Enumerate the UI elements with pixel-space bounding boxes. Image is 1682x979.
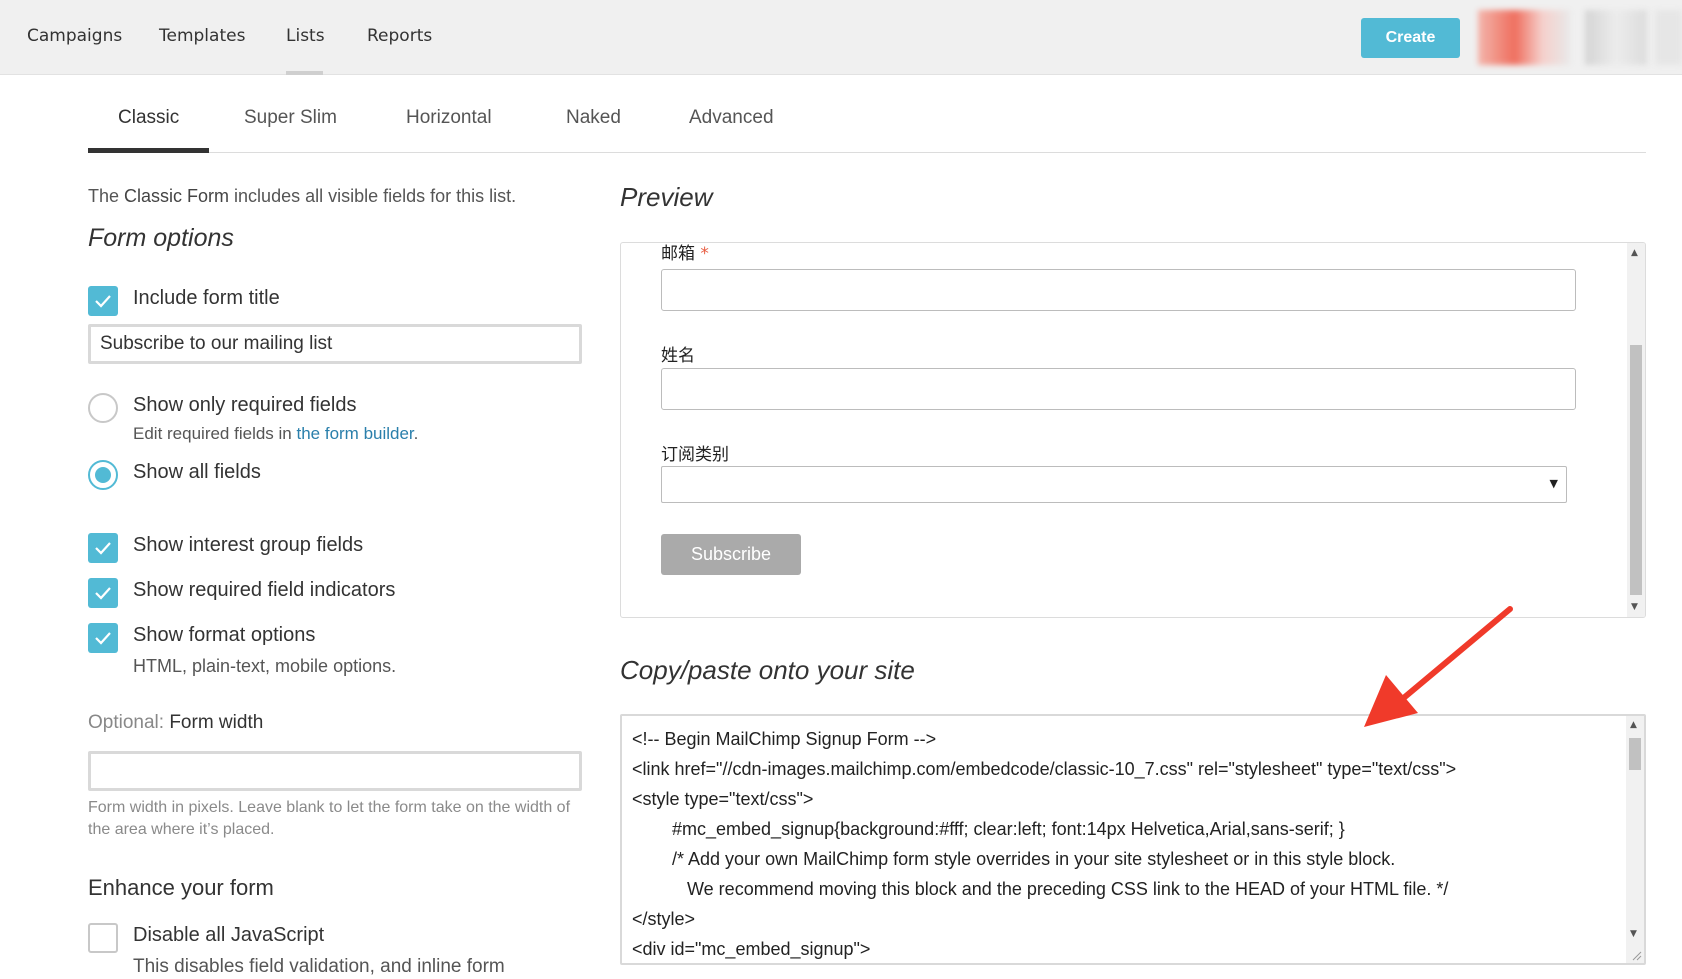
- show-required-only-label: Show only required fields: [133, 394, 357, 416]
- check-icon: [95, 295, 111, 308]
- code-line: #mc_embed_signup{background:#fff; clear:…: [632, 819, 1345, 839]
- nav-templates[interactable]: Templates: [159, 26, 245, 46]
- show-interest-groups-checkbox[interactable]: [88, 533, 118, 563]
- check-icon: [95, 542, 111, 555]
- disable-javascript-label: Disable all JavaScript: [133, 924, 325, 946]
- code-line: We recommend moving this block and the p…: [632, 879, 1449, 899]
- preview-email-input[interactable]: [661, 269, 1576, 311]
- show-required-indicators-label: Show required field indicators: [133, 579, 396, 601]
- name-field-label: 姓名: [661, 346, 695, 366]
- nav-reports[interactable]: Reports: [367, 26, 432, 46]
- active-tab-indicator: [88, 148, 209, 153]
- tab-advanced[interactable]: Advanced: [689, 107, 774, 129]
- preview-category-select[interactable]: ▼: [661, 466, 1567, 503]
- form-width-label: Optional: Form width: [88, 712, 264, 733]
- show-format-options-label: Show format options: [133, 624, 316, 646]
- disable-javascript-checkbox[interactable]: [88, 923, 118, 953]
- enhance-form-title: Enhance your form: [88, 875, 274, 900]
- scroll-thumb[interactable]: [1630, 345, 1642, 595]
- show-all-fields-label: Show all fields: [133, 461, 261, 483]
- dropdown-caret-icon: ▼: [1549, 477, 1558, 490]
- copy-paste-title: Copy/paste onto your site: [620, 655, 915, 685]
- code-line: <div id="mc_embed_signup">: [632, 939, 871, 959]
- preview-subscribe-button[interactable]: Subscribe: [661, 534, 801, 575]
- nav-lists[interactable]: Lists: [286, 26, 325, 46]
- preview-scrollbar[interactable]: ▲ ▼: [1627, 243, 1645, 617]
- scroll-up-icon[interactable]: ▲: [1630, 720, 1637, 730]
- nav-active-indicator: [286, 71, 323, 75]
- form-title-input[interactable]: [88, 324, 582, 364]
- scroll-down-icon[interactable]: ▼: [1631, 602, 1638, 612]
- create-button[interactable]: Create: [1361, 18, 1460, 58]
- required-asterisk: *: [700, 244, 709, 264]
- nav-campaigns[interactable]: Campaigns: [27, 26, 122, 46]
- form-width-help: Form width in pixels. Leave blank to let…: [88, 799, 571, 838]
- tab-super-slim[interactable]: Super Slim: [244, 107, 337, 129]
- tab-naked[interactable]: Naked: [566, 107, 621, 129]
- preview-title: Preview: [620, 182, 713, 212]
- annotation-arrow-icon: [1364, 606, 1513, 727]
- category-field-label: 订阅类别: [661, 445, 729, 465]
- disable-javascript-help: This disables field validation, and inli…: [133, 956, 505, 977]
- include-title-label: Include form title: [133, 287, 280, 309]
- check-icon: [95, 587, 111, 600]
- form-preview: 邮箱 * 姓名 订阅类别 ▼ Subscribe ▲ ▼: [620, 242, 1646, 618]
- show-interest-groups-label: Show interest group fields: [133, 534, 364, 556]
- email-field-label: 邮箱 *: [661, 244, 709, 264]
- code-scrollbar[interactable]: ▲ ▼: [1626, 716, 1644, 963]
- code-line: </style>: [632, 909, 696, 929]
- show-required-indicators-checkbox[interactable]: [88, 578, 118, 608]
- code-line: <link href="//cdn-images.mailchimp.com/e…: [632, 759, 1457, 779]
- code-line: /* Add your own MailChimp form style ove…: [632, 849, 1396, 869]
- resize-grip-icon[interactable]: [1630, 949, 1642, 961]
- include-title-checkbox[interactable]: [88, 286, 118, 316]
- form-builder-link[interactable]: the form builder: [296, 424, 413, 443]
- embed-code-textarea[interactable]: <!-- Begin MailChimp Signup Form --> <li…: [620, 714, 1646, 965]
- show-required-only-radio[interactable]: [88, 393, 118, 423]
- code-line: <style type="text/css">: [632, 789, 814, 809]
- intro-text: The Classic Form includes all visible fi…: [88, 186, 517, 206]
- top-nav: Campaigns Templates Lists Reports Create: [0, 0, 1682, 75]
- form-type-tabs: Classic Super Slim Horizontal Naked Adva…: [88, 95, 1646, 153]
- tab-horizontal[interactable]: Horizontal: [406, 107, 492, 129]
- form-options-title: Form options: [88, 224, 234, 252]
- tab-classic[interactable]: Classic: [118, 107, 179, 129]
- required-fields-help: Edit required fields in the form builder…: [133, 424, 419, 443]
- show-all-fields-radio[interactable]: [88, 460, 118, 490]
- scroll-up-icon[interactable]: ▲: [1631, 248, 1638, 258]
- show-format-options-checkbox[interactable]: [88, 623, 118, 653]
- code-line: <!-- Begin MailChimp Signup Form -->: [632, 729, 937, 749]
- preview-name-input[interactable]: [661, 368, 1576, 410]
- scroll-down-icon[interactable]: ▼: [1630, 929, 1637, 939]
- form-width-input[interactable]: [88, 751, 582, 791]
- format-options-help: HTML, plain-text, mobile options.: [133, 656, 397, 676]
- check-icon: [95, 632, 111, 645]
- scroll-thumb[interactable]: [1629, 738, 1641, 770]
